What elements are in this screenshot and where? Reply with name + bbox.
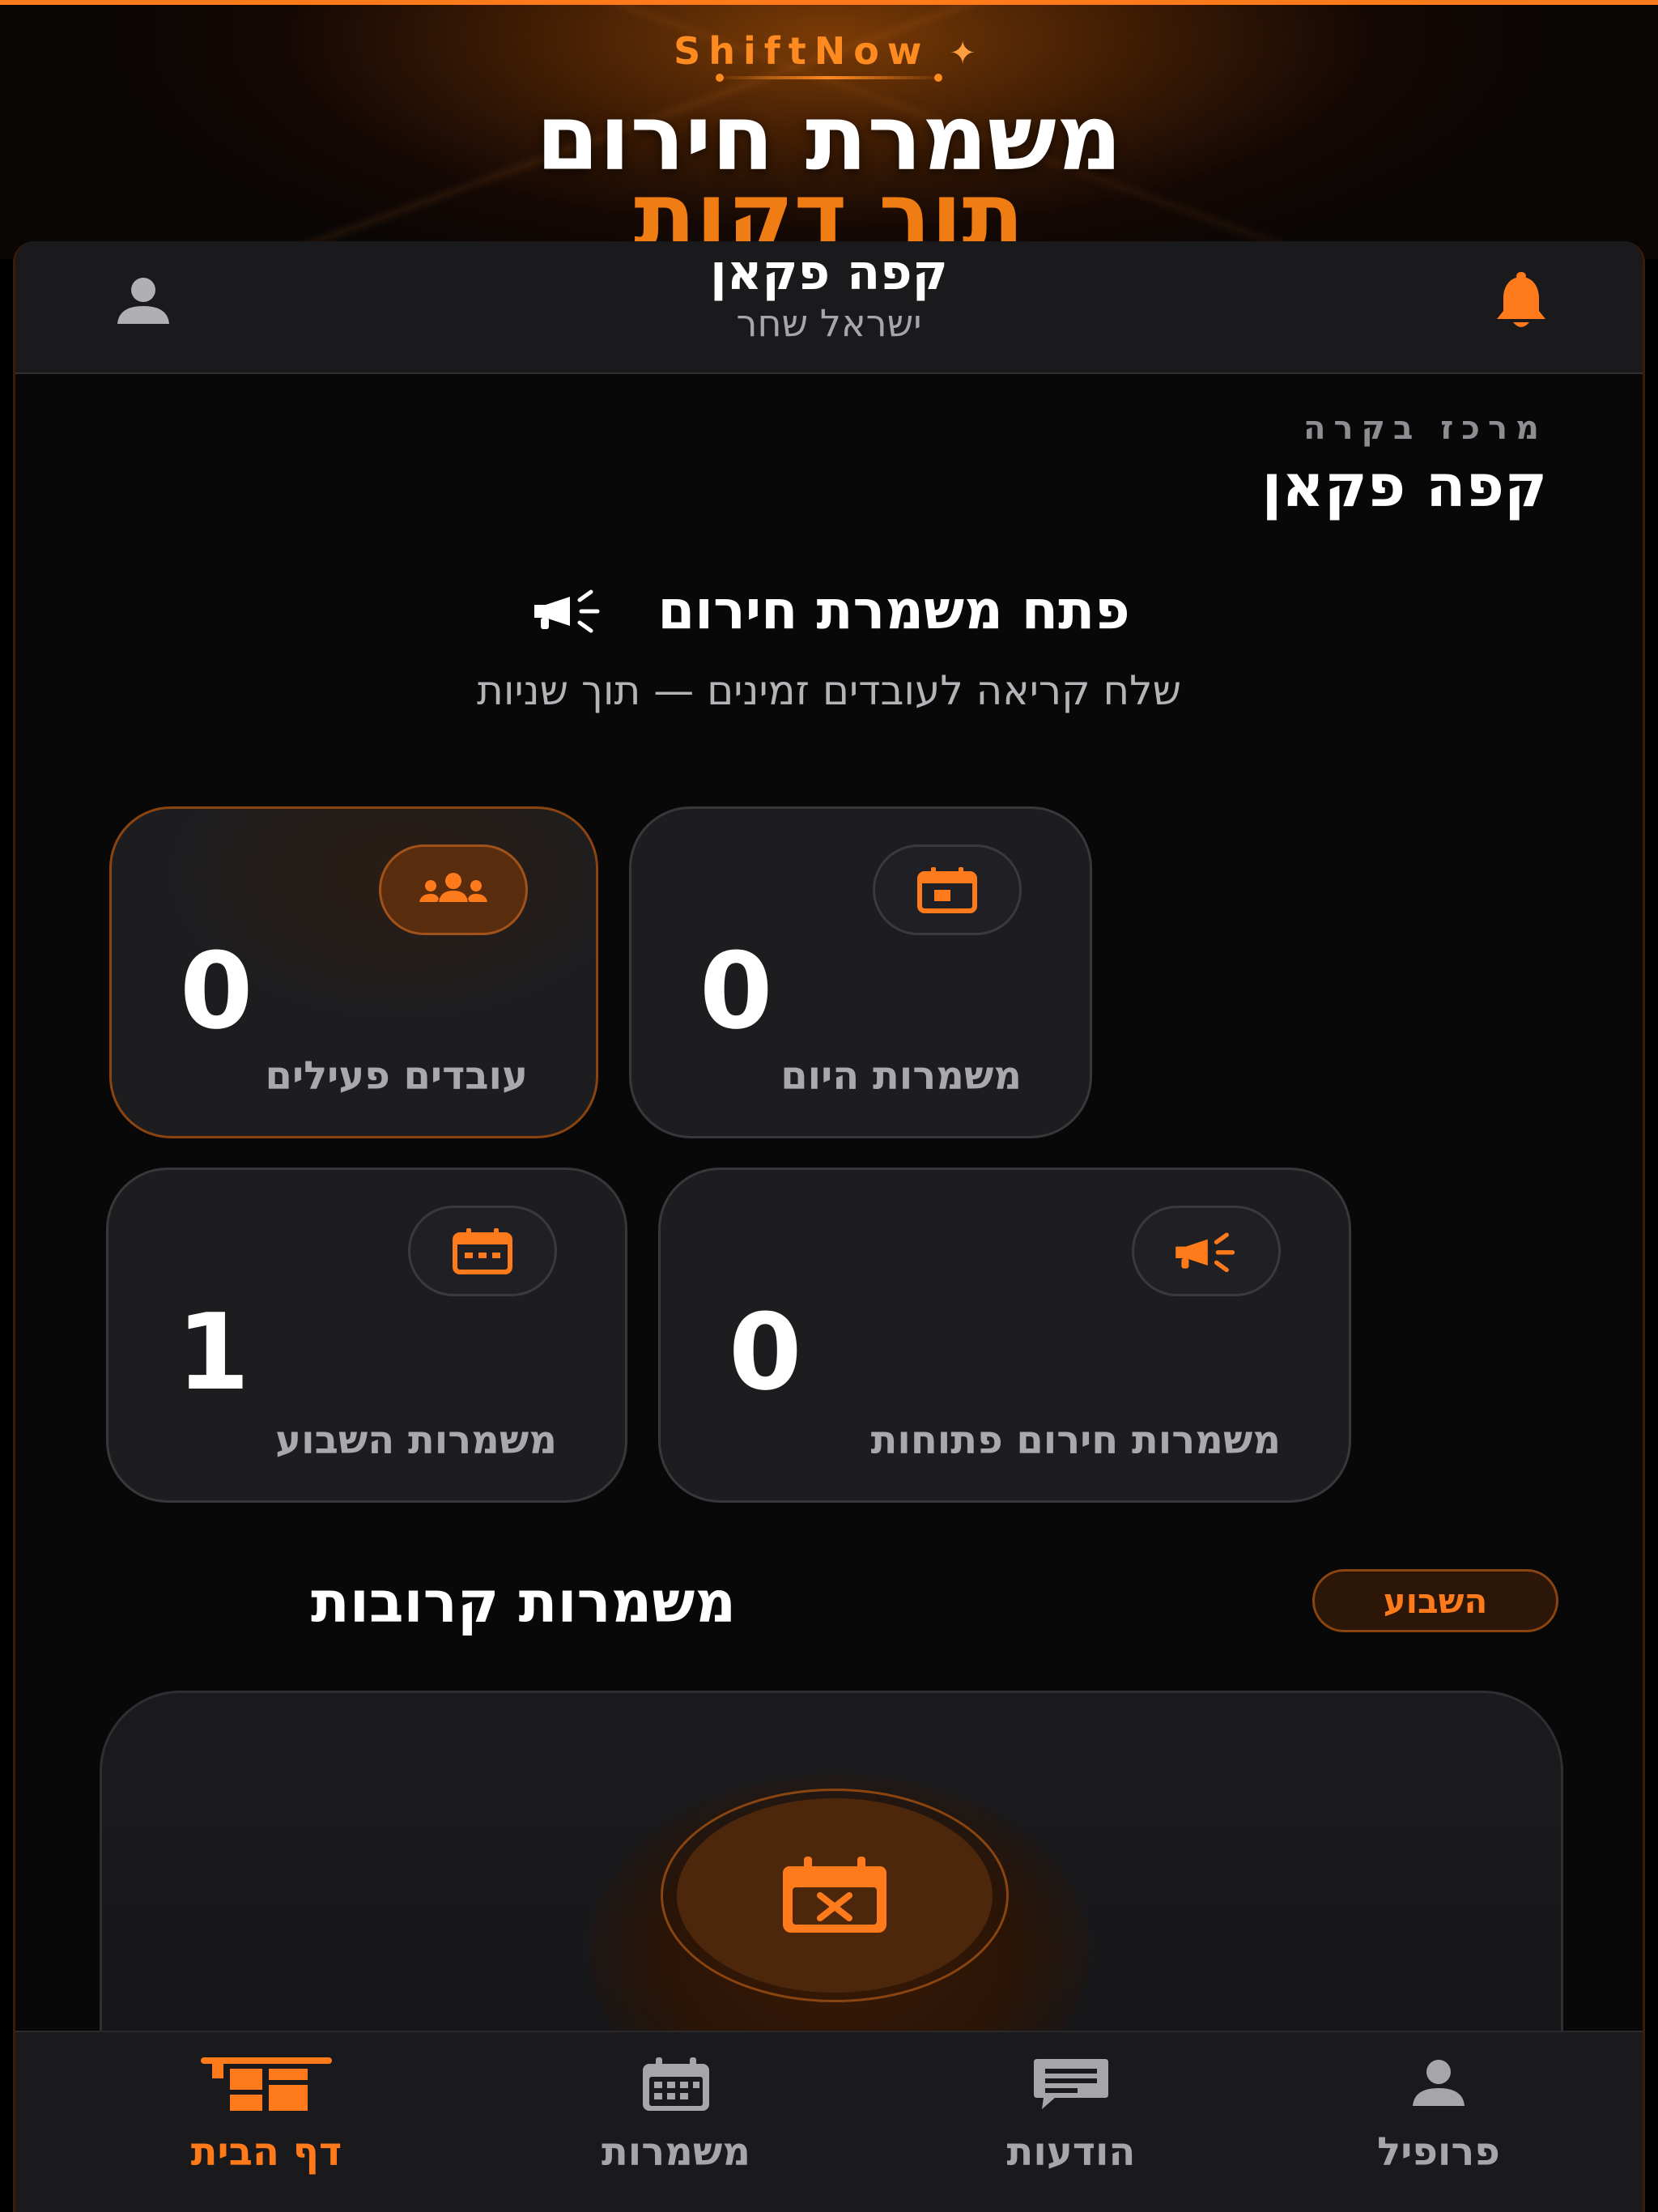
stat-card-today-shifts[interactable]: 0 משמרות היום — [629, 806, 1092, 1138]
stat-card-week-shifts[interactable]: 1 משמרות השבוע — [106, 1168, 627, 1503]
nav-label: דף הבית — [190, 2129, 342, 2175]
calendar-day-icon — [873, 844, 1022, 935]
nav-item-profile[interactable]: פרופיל — [1317, 2052, 1560, 2197]
empty-state-ring — [661, 1789, 1009, 2002]
app-screen: ShiftNow ✦ משמרת חירום תוך דקות קפה פקאן … — [0, 0, 1658, 2212]
users-icon — [379, 844, 528, 935]
brand-name: ShiftNow — [674, 29, 930, 73]
user-name: ישראל שחר — [736, 301, 922, 345]
megaphone-icon — [534, 589, 600, 633]
week-filter-pill[interactable]: השבוע — [1312, 1569, 1558, 1632]
stat-card-open-emergency-shifts[interactable]: 0 משמרות חירום פתוחות — [658, 1168, 1351, 1503]
dashboard-business-name: קפה פקאן — [1261, 452, 1547, 520]
user-icon — [1317, 2052, 1560, 2116]
stat-label: משמרות השבוע — [275, 1418, 557, 1463]
nav-label: הודעות — [1006, 2129, 1136, 2175]
sparkle-icon: ✦ — [949, 35, 984, 72]
stat-label: עובדים פעילים — [265, 1053, 528, 1099]
top-bar: קפה פקאן ישראל שחר — [15, 241, 1643, 374]
section-eyebrow: מרכז בקרה — [1303, 410, 1547, 447]
megaphone-icon — [1132, 1206, 1281, 1296]
app-frame: קפה פקאן ישראל שחר מרכז בקרה קפה פקאן פת… — [13, 241, 1645, 2212]
business-title: קפה פקאן — [710, 245, 948, 301]
emergency-button-label: פתח משמרת חירום — [657, 578, 1130, 641]
nav-item-messages[interactable]: הודעות — [950, 2052, 1192, 2197]
stat-label: משמרות חירום פתוחות — [870, 1418, 1281, 1463]
stat-value: 1 — [176, 1291, 250, 1414]
brand-logo: ShiftNow ✦ — [0, 29, 1658, 73]
stat-label: משמרות היום — [780, 1053, 1022, 1099]
nav-item-shifts[interactable]: משמרות — [555, 2052, 797, 2197]
bottom-navigation: דף הבית משמרות הודעות פרופיל — [15, 2031, 1643, 2212]
empty-state-badge — [677, 1798, 993, 1993]
calendar-week-icon — [408, 1206, 557, 1296]
nav-item-home[interactable]: דף הבית — [145, 2052, 388, 2197]
nav-label: פרופיל — [1377, 2129, 1500, 2175]
chat-icon — [950, 2052, 1192, 2116]
stat-card-active-employees[interactable]: 0 עובדים פעילים — [109, 806, 598, 1138]
nav-label: משמרות — [601, 2129, 751, 2175]
dashboard-icon — [145, 2052, 388, 2116]
calendar-x-icon — [783, 1857, 886, 1933]
user-icon[interactable] — [111, 274, 176, 330]
calendar-icon — [555, 2052, 797, 2116]
open-emergency-shift-button[interactable]: פתח משמרת חירום — [15, 565, 1643, 654]
stat-value: 0 — [729, 1291, 802, 1414]
emergency-subtitle: שלח קריאה לעובדים זמינים — תוך שניות — [476, 667, 1182, 714]
upcoming-shifts-title: משמרות קרובות — [311, 1569, 736, 1636]
brand-divider — [716, 74, 942, 82]
stat-value: 0 — [699, 929, 773, 1053]
promo-banner: ShiftNow ✦ משמרת חירום תוך דקות — [0, 0, 1658, 259]
stat-value: 0 — [180, 929, 253, 1053]
